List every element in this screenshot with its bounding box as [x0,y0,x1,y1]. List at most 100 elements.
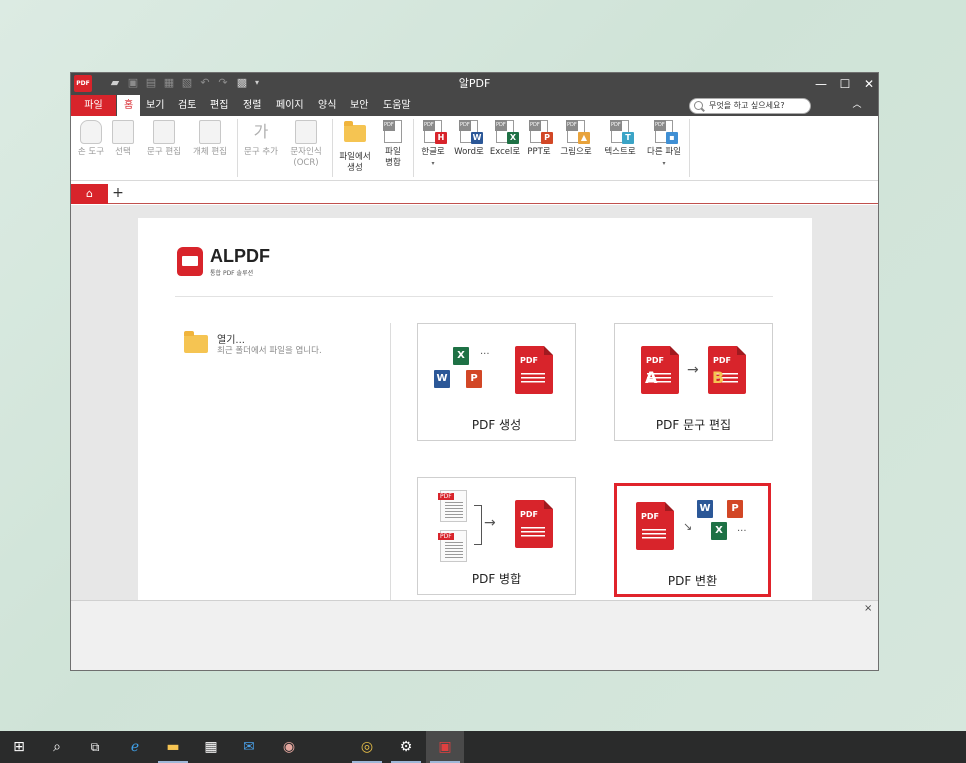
ocr-label-sub: (OCR) [293,158,319,168]
menu-arrange[interactable]: 정렬 [236,95,268,116]
excel-icon: X [711,522,727,540]
windows-start-icon[interactable]: ⊞ [0,731,38,763]
to-excel-button[interactable]: X Excel로 [488,120,522,178]
close-panel-button[interactable]: × [864,603,872,614]
dropdown-caret-icon[interactable]: ▾ [642,158,686,169]
pdf-icon: PDF [515,500,553,548]
minimize-button[interactable]: — [809,73,833,95]
to-image-button[interactable]: ▲ 그림으로 [556,120,596,178]
search-input[interactable]: 무엇을 하고 싶으세요? [689,98,811,114]
settings-icon[interactable]: ⚙ [387,731,425,763]
maximize-button[interactable]: ☐ [833,73,857,95]
to-ppt-label: PPT로 [527,147,551,157]
word-icon: W [458,120,483,144]
arrow-right-icon: → [484,515,496,531]
hand-tool-button[interactable]: 손 도구 [74,120,108,178]
ribbon-separator [332,119,333,177]
divider [175,296,773,297]
home-tab[interactable]: ⌂ [71,184,108,204]
office-icons: X W P ··· [432,344,492,394]
menu-page[interactable]: 페이지 [269,95,311,116]
to-text-label: 텍스트로 [604,147,636,157]
home-icon: ⌂ [86,187,93,200]
pdf-icon: PDF [515,346,553,394]
app-logo-icon[interactable]: PDF [74,75,92,92]
divider [390,323,391,600]
merge-bracket-icon [474,505,482,545]
search-icon[interactable]: ⌕ [38,731,76,763]
print-preview-icon[interactable]: ▧ [180,76,194,90]
menu-form[interactable]: 양식 [311,95,343,116]
card-label: PDF 생성 [471,418,522,432]
menu-home[interactable]: 홈 [117,95,141,116]
pdf-doc-icon [438,490,467,522]
ocr-button[interactable]: 문자인식 (OCR) [283,120,329,178]
other-file-button[interactable]: ▪ 다른 파일 ▾ [642,120,686,178]
task-view-icon[interactable]: ⧉ [76,731,114,763]
open-desc: 최근 폴더에서 파일을 엽니다. [217,346,322,356]
card-pdf-edit-text[interactable]: PDF A → PDF B PDF 문구 편집 [614,323,773,441]
to-ppt-button[interactable]: P PPT로 [524,120,554,178]
merge-icon [382,120,404,144]
search-icon [694,101,703,110]
arrow-right-icon: → [687,362,699,378]
menu-help[interactable]: 도움말 [376,95,418,116]
customize-icon[interactable]: ▾ [250,76,264,90]
card-pdf-create[interactable]: X W P ··· PDF PDF 생성 [417,323,576,441]
select-button[interactable]: 선택 [109,120,137,178]
create-from-file-label-sub: 생성 [347,163,363,173]
menu-security[interactable]: 보안 [343,95,375,116]
dropdown-caret-icon[interactable]: ▾ [415,158,451,169]
add-tab-button[interactable]: + [111,184,125,202]
card-pdf-convert[interactable]: PDF ↘ W P X ··· PDF 변환 [614,483,771,597]
ribbon-separator [413,119,414,177]
settings-icon[interactable]: ▩ [235,76,249,90]
menu-file[interactable]: 파일 [71,95,116,116]
ocr-icon [295,120,317,144]
close-button[interactable]: ✕ [857,73,881,95]
file-explorer-icon[interactable]: ▬ [154,731,192,763]
open-file-item[interactable]: 열기... 최근 폴더에서 파일을 엽니다. [182,328,372,358]
save-icon[interactable]: ▣ [126,76,140,90]
to-hwp-label: 한글로 [421,147,445,157]
alpdf-icon[interactable]: ▣ [426,731,464,763]
paint-icon[interactable]: ◉ [270,731,308,763]
chrome-icon[interactable]: ◎ [348,731,386,763]
bottom-panel: × [71,600,878,670]
ocr-label: 문자인식 [290,147,322,157]
to-hwp-button[interactable]: H 한글로 ▾ [415,120,451,178]
ribbon: 손 도구 선택 문구 편집 개체 편집 가 문구 추가 문자인식 (OCR) 파… [71,116,878,181]
add-text-button[interactable]: 가 문구 추가 [239,120,283,178]
mail-icon[interactable]: ✉ [230,731,268,763]
ribbon-separator [237,119,238,177]
undo-icon[interactable]: ↶ [198,76,212,90]
collapse-ribbon-button[interactable]: ︿ [847,95,867,116]
redo-icon[interactable]: ↷ [216,76,230,90]
edit-object-button[interactable]: 개체 편집 [187,120,233,178]
merge-files-button[interactable]: 파일 병합 [376,120,410,178]
menu-edit[interactable]: 편집 [203,95,235,116]
brand-name: ALPDF [210,246,270,266]
open-icon[interactable]: ▰ [108,76,122,90]
to-text-button[interactable]: T 텍스트로 [599,120,641,178]
to-word-label: Word로 [454,147,484,157]
edge-icon[interactable]: ℯ [116,731,154,763]
card-label: PDF 병합 [471,572,522,586]
folder-icon [344,121,366,149]
ppt-icon: P [466,370,482,388]
print-icon[interactable]: ▦ [162,76,176,90]
store-icon[interactable]: ▦ [192,731,230,763]
edit-text-label: 문구 편집 [147,147,181,157]
edit-text-button[interactable]: 문구 편집 [141,120,187,178]
menu-review[interactable]: 검토 [171,95,203,116]
add-text-label: 문구 추가 [244,147,278,157]
text-icon: T [609,120,634,144]
to-word-button[interactable]: W Word로 [451,120,487,178]
card-label: PDF 변환 [667,574,718,588]
card-label: PDF 문구 편집 [655,418,732,432]
save-as-icon[interactable]: ▤ [144,76,158,90]
create-from-file-button[interactable]: 파일에서 생성 [334,120,376,178]
word-icon: W [697,500,713,518]
menu-view[interactable]: 보기 [139,95,171,116]
card-pdf-merge[interactable]: → PDF PDF 병합 [417,477,576,595]
